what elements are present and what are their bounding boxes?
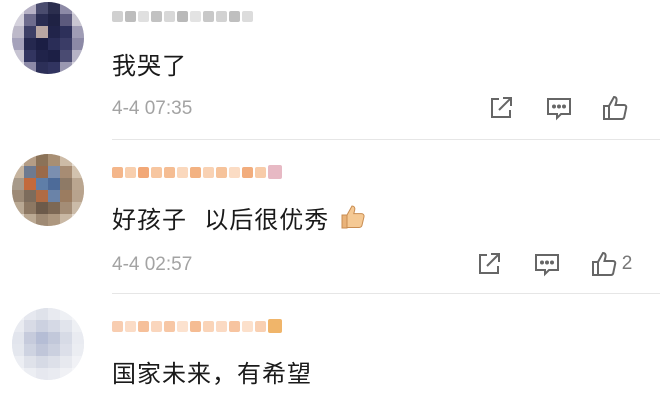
like-icon bbox=[603, 95, 628, 120]
comment-item: 我哭了 4-4 07:35 bbox=[0, 0, 660, 140]
comment-timestamp: 4-4 07:35 bbox=[112, 98, 193, 119]
comment-item: 国家未来，有希望 bbox=[0, 294, 660, 404]
comment-actions bbox=[472, 94, 646, 122]
avatar[interactable] bbox=[12, 308, 84, 380]
comment-icon bbox=[535, 254, 559, 277]
comment-text: 国家未来，有希望 bbox=[112, 360, 312, 388]
like-icon bbox=[591, 251, 616, 276]
like-button[interactable]: 2 bbox=[576, 250, 646, 278]
like-button[interactable] bbox=[588, 94, 646, 122]
comment-text: 我哭了 bbox=[112, 52, 187, 80]
share-icon bbox=[479, 253, 500, 274]
share-icon bbox=[491, 97, 512, 118]
username-blurred[interactable] bbox=[112, 162, 282, 182]
reply-button[interactable] bbox=[518, 250, 576, 278]
thumbs-up-emoji bbox=[341, 205, 365, 229]
comment-icon bbox=[547, 98, 571, 121]
reply-button[interactable] bbox=[530, 94, 588, 122]
avatar[interactable] bbox=[12, 2, 84, 74]
username-blurred[interactable] bbox=[112, 316, 282, 336]
comment-item: 好孩子 以后很优秀 4-4 02:57 2 bbox=[0, 140, 660, 294]
comment-timestamp: 4-4 02:57 bbox=[112, 254, 193, 275]
avatar[interactable] bbox=[12, 154, 84, 226]
share-button[interactable] bbox=[472, 94, 530, 122]
username-blurred[interactable] bbox=[112, 6, 253, 26]
like-count: 2 bbox=[621, 253, 633, 274]
share-button[interactable] bbox=[460, 250, 518, 278]
comment-text-body: 好孩子 以后很优秀 bbox=[112, 206, 330, 234]
comment-actions: 2 bbox=[460, 250, 646, 278]
comment-text: 好孩子 以后很优秀 bbox=[112, 200, 368, 235]
